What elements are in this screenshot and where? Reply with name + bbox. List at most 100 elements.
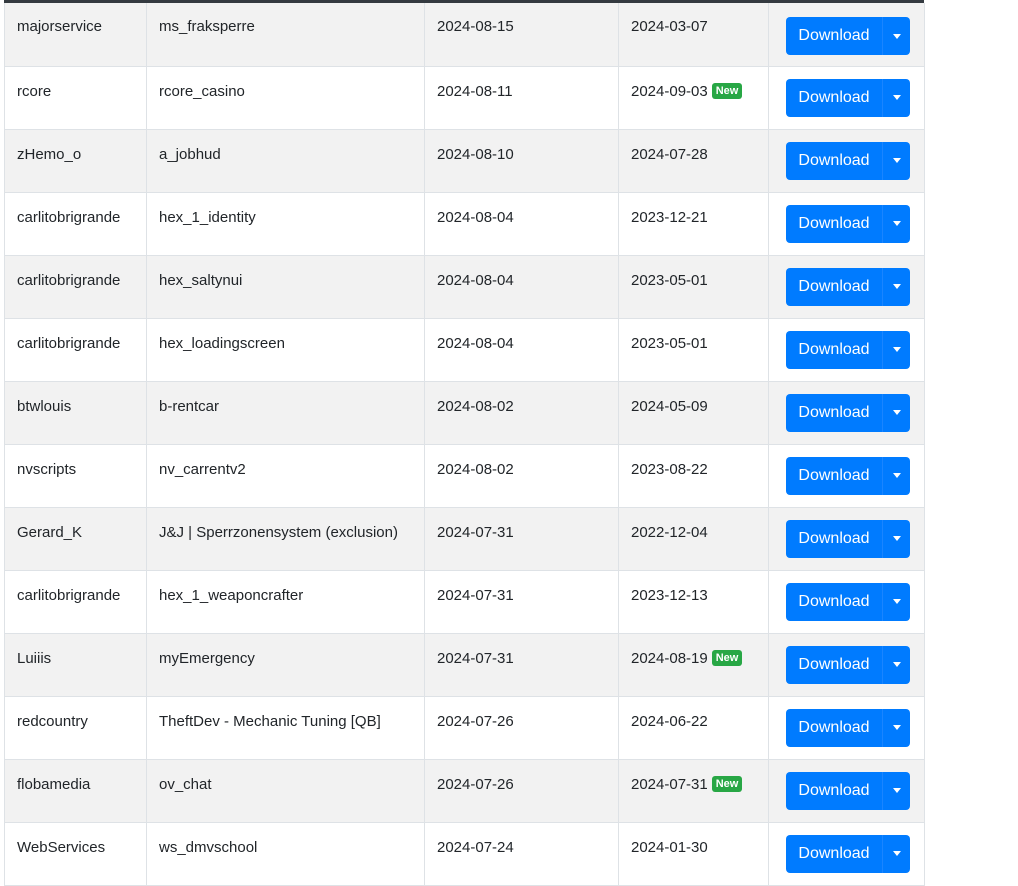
download-button[interactable]: Download (786, 771, 882, 810)
download-button[interactable]: Download (786, 141, 882, 180)
download-button[interactable]: Download (786, 17, 882, 55)
download-dropdown-toggle[interactable] (882, 582, 910, 621)
caret-down-icon (892, 662, 901, 667)
download-button-group: Download (786, 393, 910, 432)
caret-down-icon (892, 33, 901, 39)
resource-table: majorservice ms_fraksperre 2024-08-15 20… (4, 3, 925, 886)
caret-down-icon (892, 221, 901, 226)
updated-cell: 2023-05-01 (618, 255, 769, 319)
table-row: WebServices ws_dmvschool 2024-07-24 2024… (4, 822, 925, 886)
updated-date: 2024-06-22 (631, 712, 708, 730)
caret-down-icon (892, 473, 901, 478)
download-button[interactable]: Download (786, 519, 882, 558)
download-dropdown-toggle[interactable] (882, 267, 910, 306)
download-button[interactable]: Download (786, 330, 882, 369)
download-dropdown-toggle[interactable] (882, 78, 910, 117)
release-date: 2024-08-10 (437, 145, 514, 163)
release-date: 2024-07-26 (437, 712, 514, 730)
date-cell: 2024-07-31 (424, 507, 619, 571)
resource-name: J&J | Sperrzonensystem (exclusion) (159, 523, 398, 541)
author-name: majorservice (17, 18, 103, 35)
download-button[interactable]: Download (786, 204, 882, 243)
download-dropdown-toggle[interactable] (882, 456, 910, 495)
download-button-group: Download (786, 204, 910, 243)
release-date: 2024-08-11 (437, 82, 513, 100)
action-cell: Download (768, 66, 925, 130)
updated-date: 2023-08-22 (631, 460, 708, 478)
updated-cell: 2023-05-01 (618, 318, 769, 382)
date-cell: 2024-08-04 (424, 255, 619, 319)
download-button[interactable]: Download (786, 393, 882, 432)
download-button-group: Download (786, 771, 910, 810)
download-button[interactable]: Download (786, 834, 882, 873)
download-button[interactable]: Download (786, 582, 882, 621)
action-cell: Download (768, 633, 925, 697)
table-row: Luiiis myEmergency 2024-07-31 2024-08-19… (4, 633, 925, 697)
download-dropdown-toggle[interactable] (882, 204, 910, 243)
download-button[interactable]: Download (786, 708, 882, 747)
download-button[interactable]: Download (786, 78, 882, 117)
caret-down-icon (892, 851, 901, 856)
resource-cell: hex_loadingscreen (146, 318, 425, 382)
author-cell: Luiiis (4, 633, 147, 697)
download-dropdown-toggle[interactable] (882, 834, 910, 873)
date-cell: 2024-08-02 (424, 381, 619, 445)
author-cell: carlitobrigrande (4, 318, 147, 382)
resource-name: nv_carrentv2 (159, 460, 246, 478)
updated-cell: 2024-09-03 New (618, 66, 769, 130)
author-name: zHemo_o (17, 145, 82, 163)
caret-down-icon (892, 725, 901, 730)
resource-table-container: majorservice ms_fraksperre 2024-08-15 20… (4, 0, 925, 886)
new-badge: New (711, 649, 743, 666)
download-dropdown-toggle[interactable] (882, 645, 910, 684)
table-row: flobamedia ov_chat 2024-07-26 2024-07-31… (4, 759, 925, 823)
date-cell: 2024-08-04 (424, 192, 619, 256)
download-dropdown-toggle[interactable] (882, 330, 910, 369)
download-dropdown-toggle[interactable] (882, 708, 910, 747)
download-dropdown-toggle[interactable] (882, 771, 910, 810)
updated-cell: 2024-06-22 (618, 696, 769, 760)
updated-date: 2024-01-30 (631, 838, 708, 856)
resource-cell: myEmergency (146, 633, 425, 697)
table-row: nvscripts nv_carrentv2 2024-08-02 2023-0… (4, 444, 925, 508)
download-button[interactable]: Download (786, 456, 882, 495)
new-badge: New (711, 82, 743, 99)
download-dropdown-toggle[interactable] (882, 393, 910, 432)
download-button-group: Download (786, 78, 910, 117)
caret-down-icon (892, 347, 901, 352)
resource-cell: J&J | Sperrzonensystem (exclusion) (146, 507, 425, 571)
resource-cell: hex_1_identity (146, 192, 425, 256)
date-cell: 2024-07-26 (424, 696, 619, 760)
updated-date: 2023-05-01 (631, 271, 708, 289)
table-row: majorservice ms_fraksperre 2024-08-15 20… (4, 3, 925, 67)
resource-name: hex_loadingscreen (159, 334, 285, 352)
updated-cell: 2023-08-22 (618, 444, 769, 508)
download-dropdown-toggle[interactable] (882, 17, 910, 55)
updated-date: 2022-12-04 (631, 523, 708, 541)
download-button[interactable]: Download (786, 645, 882, 684)
action-cell: Download (768, 318, 925, 382)
new-badge: New (711, 775, 743, 792)
author-name: WebServices (17, 838, 106, 856)
date-cell: 2024-08-02 (424, 444, 619, 508)
updated-cell: 2024-03-07 (618, 3, 769, 67)
author-cell: zHemo_o (4, 129, 147, 193)
caret-down-icon (892, 788, 901, 793)
download-dropdown-toggle[interactable] (882, 141, 910, 180)
table-row: carlitobrigrande hex_loadingscreen 2024-… (4, 318, 925, 382)
date-cell: 2024-07-26 (424, 759, 619, 823)
action-cell: Download (768, 507, 925, 571)
release-date: 2024-07-26 (437, 775, 514, 793)
caret-down-icon (892, 536, 901, 541)
resource-cell: hex_1_weaponcrafter (146, 570, 425, 634)
download-button[interactable]: Download (786, 267, 882, 306)
download-dropdown-toggle[interactable] (882, 519, 910, 558)
action-cell: Download (768, 381, 925, 445)
resource-name: myEmergency (159, 649, 255, 667)
updated-date: 2024-08-19 (631, 649, 708, 667)
action-cell: Download (768, 444, 925, 508)
resource-name: hex_1_weaponcrafter (159, 586, 304, 604)
updated-cell: 2022-12-04 (618, 507, 769, 571)
author-cell: carlitobrigrande (4, 255, 147, 319)
date-cell: 2024-07-24 (424, 822, 619, 886)
